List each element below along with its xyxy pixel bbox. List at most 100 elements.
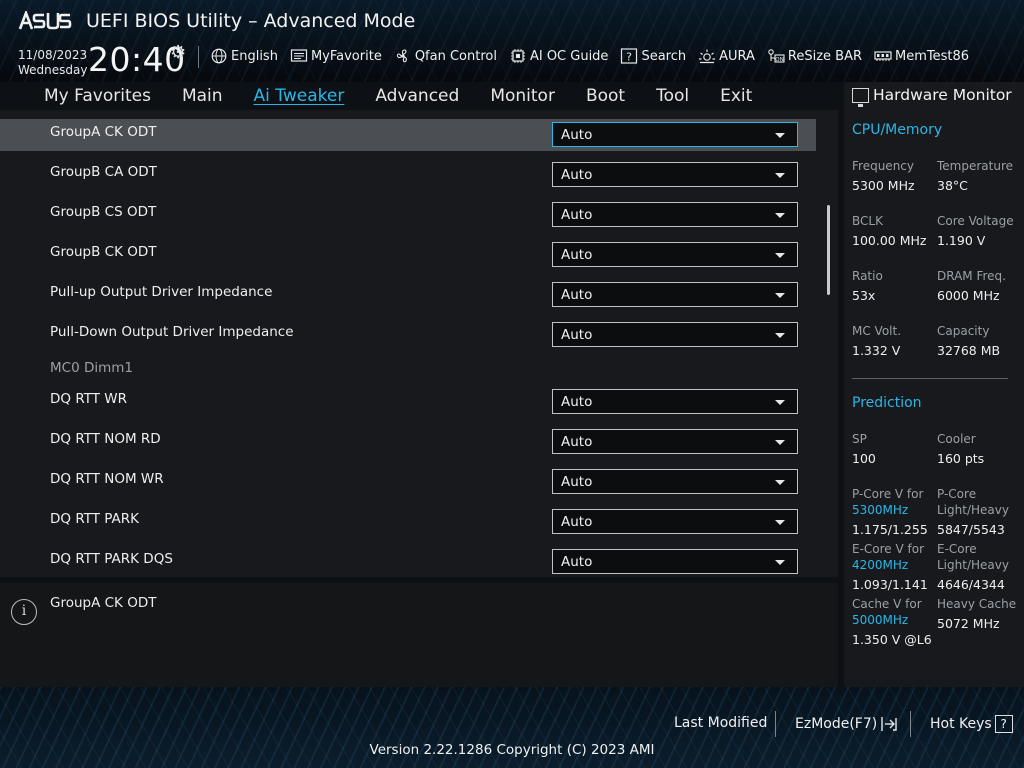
- toolbar-label: MyFavorite: [310, 48, 382, 64]
- aura-icon: [699, 49, 716, 64]
- ecore-light-heavy-value: 4646/4344: [937, 577, 1005, 592]
- frequency-value: 5300 MHz: [852, 178, 915, 193]
- search-icon: ?: [621, 48, 638, 64]
- monitor-icon: [852, 87, 869, 107]
- tab-tool[interactable]: Tool: [656, 83, 689, 109]
- svg-text:ON: ON: [775, 57, 783, 63]
- cache-v-frequency: 5000MHz: [852, 613, 909, 627]
- tab-ai-tweaker[interactable]: Ai Tweaker: [254, 83, 345, 109]
- toolbar-label: ReSize BAR: [787, 48, 863, 64]
- resize-bar-icon: ON: [768, 49, 785, 63]
- setting-row-pull-down-impedance[interactable]: Pull-Down Output Driver Impedance Auto: [0, 319, 816, 351]
- setting-dropdown[interactable]: Auto: [552, 429, 798, 454]
- toolbar-item-memtest86[interactable]: MemTest86: [874, 48, 969, 64]
- hot-keys-button[interactable]: Hot Keys ?: [930, 715, 1013, 733]
- setting-dropdown[interactable]: Auto: [552, 202, 798, 227]
- tab-advanced[interactable]: Advanced: [375, 83, 459, 109]
- setting-row-pull-up-impedance[interactable]: Pull-up Output Driver Impedance Auto: [0, 279, 816, 311]
- toolbar-item-language[interactable]: English: [210, 48, 278, 64]
- globe-icon: [211, 48, 227, 64]
- setting-row-groupa-ck-odt[interactable]: GroupA CK ODT Auto: [0, 119, 816, 151]
- cpu-memory-heading: CPU/Memory: [852, 122, 943, 138]
- setting-row-groupb-ck-odt[interactable]: GroupB CK ODT Auto: [0, 239, 816, 271]
- setting-dropdown[interactable]: Auto: [552, 242, 798, 267]
- toolbar-label: Qfan Control: [414, 48, 497, 64]
- dropdown-value: Auto: [561, 167, 593, 183]
- setting-label: DQ RTT WR: [50, 391, 127, 407]
- cooler-value: 160 pts: [937, 451, 985, 466]
- heavy-cache-label: Heavy Cache: [937, 597, 1017, 611]
- setting-label: DQ RTT PARK DQS: [50, 551, 173, 567]
- ratio-label: Ratio: [852, 269, 883, 283]
- ezmode-button[interactable]: EzMode(F7): [795, 715, 898, 733]
- toolbar-item-resize-bar[interactable]: ON ReSize BAR: [767, 48, 862, 64]
- header-divider: [198, 46, 199, 68]
- toolbar-label: English: [231, 48, 278, 64]
- pcore-lh-label-line1: P-Core: [937, 487, 977, 501]
- setting-row-dq-rtt-park-dqs[interactable]: DQ RTT PARK DQS Auto: [0, 546, 816, 577]
- pcore-light-heavy-label: P-Core Light/Heavy: [937, 486, 1009, 518]
- cache-v-label-text: Cache V for: [852, 597, 922, 611]
- temperature-value: 38°C: [937, 178, 968, 193]
- ai-chip-icon: [510, 49, 525, 63]
- setting-dropdown[interactable]: Auto: [552, 509, 798, 534]
- cooler-label: Cooler: [937, 432, 976, 446]
- dropdown-value: Auto: [561, 394, 593, 410]
- setting-dropdown[interactable]: Auto: [552, 122, 798, 147]
- day-text: Wednesday: [18, 63, 88, 77]
- tab-exit[interactable]: Exit: [720, 83, 752, 109]
- setting-row-groupb-cs-odt[interactable]: GroupB CS ODT Auto: [0, 199, 816, 231]
- last-modified-button[interactable]: Last Modified: [674, 715, 767, 731]
- toolbar-item-search[interactable]: ? Search: [620, 48, 686, 64]
- toolbar-item-myfavorite[interactable]: MyFavorite: [290, 48, 382, 64]
- chevron-down-icon: [775, 253, 785, 258]
- memory-icon: [874, 51, 892, 61]
- tab-main[interactable]: Main: [182, 83, 223, 109]
- dropdown-value: Auto: [561, 434, 593, 450]
- setting-dropdown[interactable]: Auto: [552, 389, 798, 414]
- hardware-monitor-title: Hardware Monitor: [852, 86, 1012, 107]
- fan-icon: [396, 49, 407, 63]
- prediction-heading: Prediction: [852, 395, 922, 411]
- tab-boot[interactable]: Boot: [586, 83, 625, 109]
- setting-row-dq-rtt-park[interactable]: DQ RTT PARK Auto: [0, 506, 816, 538]
- chevron-down-icon: [775, 520, 785, 525]
- chevron-down-icon: [775, 560, 785, 565]
- dropdown-value: Auto: [561, 247, 593, 263]
- top-toolbar: English MyFavorite Qfan Control AI OC Gu…: [210, 46, 981, 66]
- settings-scrollbar[interactable]: [827, 205, 830, 295]
- pcore-lh-label-line2: Light/Heavy: [937, 503, 1009, 517]
- toolbar-item-aura[interactable]: AURA: [698, 48, 755, 64]
- footer-divider: [910, 711, 911, 737]
- ecore-lh-label-line1: E-Core: [937, 542, 977, 556]
- chevron-down-icon: [775, 480, 785, 485]
- sp-label: SP: [852, 432, 867, 446]
- ecore-v-value: 1.093/1.141: [852, 577, 928, 592]
- dropdown-value: Auto: [561, 127, 593, 143]
- setting-dropdown[interactable]: Auto: [552, 322, 798, 347]
- setting-row-dq-rtt-nom-wr[interactable]: DQ RTT NOM WR Auto: [0, 466, 816, 498]
- setting-row-groupb-ca-odt[interactable]: GroupB CA ODT Auto: [0, 159, 816, 191]
- gear-icon[interactable]: ⚙: [170, 42, 186, 63]
- setting-label: Pull-up Output Driver Impedance: [50, 284, 273, 300]
- tab-my-favorites[interactable]: My Favorites: [44, 83, 151, 109]
- toolbar-label: Search: [641, 48, 687, 64]
- info-icon: i: [11, 599, 37, 625]
- pcore-v-frequency: 5300MHz: [852, 503, 909, 517]
- chevron-down-icon: [775, 400, 785, 405]
- setting-dropdown[interactable]: Auto: [552, 282, 798, 307]
- toolbar-item-ai-oc-guide[interactable]: AI OC Guide: [509, 48, 608, 64]
- mc-volt-label: MC Volt.: [852, 324, 902, 338]
- heavy-cache-value: 5072 MHz: [937, 616, 1000, 631]
- chevron-down-icon: [775, 213, 785, 218]
- setting-row-dq-rtt-nom-rd[interactable]: DQ RTT NOM RD Auto: [0, 426, 816, 458]
- setting-dropdown[interactable]: Auto: [552, 549, 798, 574]
- dropdown-value: Auto: [561, 327, 593, 343]
- setting-dropdown[interactable]: Auto: [552, 162, 798, 187]
- dropdown-value: Auto: [561, 514, 593, 530]
- tab-monitor[interactable]: Monitor: [490, 83, 555, 109]
- setting-row-dq-rtt-wr[interactable]: DQ RTT WR Auto: [0, 386, 816, 418]
- setting-dropdown[interactable]: Auto: [552, 469, 798, 494]
- toolbar-item-qfan-control[interactable]: Qfan Control: [394, 48, 497, 64]
- exit-arrow-icon: [881, 717, 897, 731]
